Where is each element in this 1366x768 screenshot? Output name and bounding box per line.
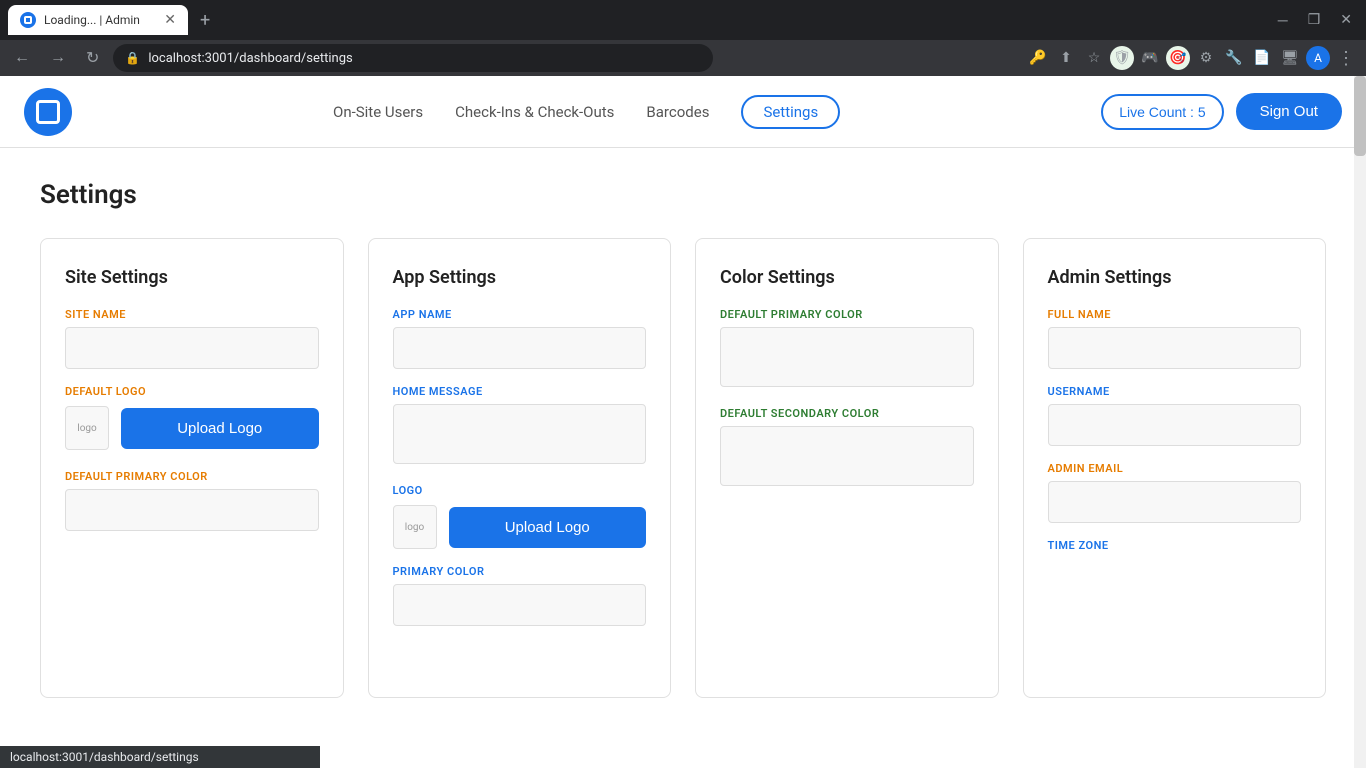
tab-close-button[interactable]: ✕ [164,12,176,28]
home-message-label: HOME MESSAGE [393,385,647,398]
app-name-input[interactable] [393,327,647,369]
main-content: Settings Site Settings SITE NAME DEFAULT… [0,148,1366,730]
app-logo-thumb: logo [393,505,437,549]
app-container: On-Site Users Check-Ins & Check-Outs Bar… [0,76,1366,768]
tab-title: Loading... | Admin [44,13,140,27]
app-primary-color-input[interactable] [393,584,647,626]
admin-email-label: ADMIN EMAIL [1048,462,1302,475]
site-default-primary-color-input[interactable] [65,489,319,531]
window-controls: ─ ❒ ✕ [1272,10,1358,31]
app-settings-card: App Settings APP NAME HOME MESSAGE LOGO … [368,238,672,698]
site-settings-title: Site Settings [65,267,319,288]
site-upload-logo-button[interactable]: Upload Logo [121,408,319,449]
extension-icon-5[interactable]: 🔧 [1222,46,1246,70]
admin-email-input[interactable] [1048,481,1302,523]
extension-icon-2[interactable]: 🎮 [1138,46,1162,70]
sign-out-button[interactable]: Sign Out [1236,93,1342,130]
app-logo-row: logo Upload Logo [393,505,647,549]
site-logo-row: logo Upload Logo [65,406,319,450]
full-name-input[interactable] [1048,327,1302,369]
default-secondary-color-input[interactable] [720,426,974,486]
tab-favicon [20,12,36,28]
extension-icon-4[interactable]: ⚙ [1194,46,1218,70]
admin-settings-title: Admin Settings [1048,267,1302,288]
home-message-input[interactable] [393,404,647,464]
app-logo[interactable] [24,88,72,136]
default-primary-color-label: DEFAULT PRIMARY COLOR [720,308,974,321]
lock-icon: 🔒 [125,51,140,65]
color-settings-card: Color Settings DEFAULT PRIMARY COLOR DEF… [695,238,999,698]
app-name-label: APP NAME [393,308,647,321]
logo-square-icon [36,100,60,124]
live-count-button[interactable]: Live Count : 5 [1101,94,1223,130]
app-primary-color-label: PRIMARY COLOR [393,565,647,578]
nav-links: On-Site Users Check-Ins & Check-Outs Bar… [333,95,840,129]
profile-icon[interactable]: A [1306,46,1330,70]
nav-item-settings[interactable]: Settings [741,95,840,129]
reload-button[interactable]: ↻ [80,46,105,70]
site-name-input[interactable] [65,327,319,369]
settings-grid: Site Settings SITE NAME DEFAULT LOGO log… [40,238,1326,698]
extension-icon-6[interactable]: 📄 [1250,46,1274,70]
minimize-button[interactable]: ─ [1272,10,1294,31]
color-settings-title: Color Settings [720,267,974,288]
address-bar: ← → ↻ 🔒 localhost:3001/dashboard/setting… [0,40,1366,76]
extension-icon-1[interactable]: 🛡 [1110,46,1134,70]
key-icon[interactable]: 🔑 [1026,46,1050,70]
browser-actions: 🔑 ⬆ ☆ 🛡 🎮 🎯 ⚙ 🔧 📄 🖥 A ⋮ [1026,46,1358,70]
full-name-label: FULL NAME [1048,308,1302,321]
default-logo-label: DEFAULT LOGO [65,385,319,398]
site-name-label: SITE NAME [65,308,319,321]
nav-item-on-site-users[interactable]: On-Site Users [333,99,423,125]
nav-right: Live Count : 5 Sign Out [1101,93,1342,130]
close-button[interactable]: ✕ [1334,10,1358,31]
maximize-button[interactable]: ❒ [1302,10,1327,31]
default-secondary-color-label: DEFAULT SECONDARY COLOR [720,407,974,420]
default-primary-color-input[interactable] [720,327,974,387]
navbar: On-Site Users Check-Ins & Check-Outs Bar… [0,76,1366,148]
nav-item-check-ins[interactable]: Check-Ins & Check-Outs [455,99,614,125]
app-logo-label: LOGO [393,484,647,497]
menu-button[interactable]: ⋮ [1334,46,1358,70]
admin-settings-card: Admin Settings FULL NAME USERNAME ADMIN … [1023,238,1327,698]
site-logo-thumb: logo [65,406,109,450]
url-bar[interactable]: 🔒 localhost:3001/dashboard/settings [113,44,713,72]
extension-icon-7[interactable]: 🖥 [1278,46,1302,70]
site-default-primary-color-label: DEFAULT PRIMARY COLOR [65,470,319,483]
nav-item-barcodes[interactable]: Barcodes [646,99,709,125]
app-upload-logo-button[interactable]: Upload Logo [449,507,647,548]
forward-button[interactable]: → [44,47,72,69]
url-text: localhost:3001/dashboard/settings [148,51,352,66]
username-label: USERNAME [1048,385,1302,398]
scrollbar-track [1354,76,1366,768]
status-bar: localhost:3001/dashboard/settings [0,746,320,768]
browser-chrome: Loading... | Admin ✕ + ─ ❒ ✕ [0,0,1366,40]
status-url: localhost:3001/dashboard/settings [10,750,199,764]
share-icon[interactable]: ⬆ [1054,46,1078,70]
browser-tab[interactable]: Loading... | Admin ✕ [8,5,188,35]
back-button[interactable]: ← [8,47,36,69]
time-zone-label: TIME ZONE [1048,539,1302,552]
scrollbar-thumb[interactable] [1354,76,1366,156]
bookmark-icon[interactable]: ☆ [1082,46,1106,70]
app-settings-title: App Settings [393,267,647,288]
username-input[interactable] [1048,404,1302,446]
page-title: Settings [40,180,1326,210]
new-tab-button[interactable]: + [196,10,214,31]
site-settings-card: Site Settings SITE NAME DEFAULT LOGO log… [40,238,344,698]
extension-icon-3[interactable]: 🎯 [1166,46,1190,70]
